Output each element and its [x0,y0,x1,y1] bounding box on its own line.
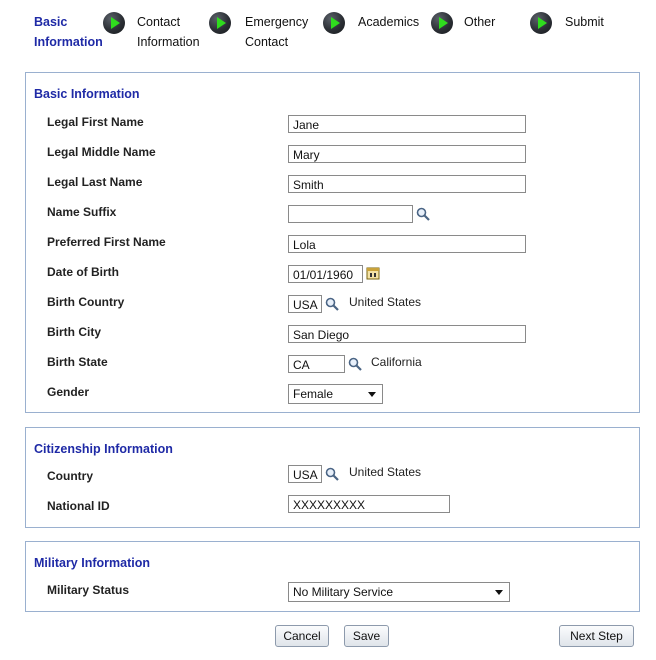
step-emergency-contact[interactable]: Emergency Contact [245,12,308,52]
cancel-button[interactable]: Cancel [275,625,329,647]
preferred-first-name-input[interactable]: Lola [288,235,526,253]
birth-state-label: Birth State [47,355,108,369]
step-submit[interactable]: Submit [565,12,604,32]
national-id-label: National ID [47,499,110,513]
step-label: Contact [137,15,181,29]
country-description: United States [349,465,422,479]
birth-country-input[interactable]: USA [288,295,322,313]
legal-last-name-label: Legal Last Name [47,175,143,189]
date-of-birth-label: Date of Birth [47,265,119,279]
panel-title: Basic Information [34,87,140,101]
save-button[interactable]: Save [344,625,389,647]
step-label: Other [464,15,496,29]
national-id-input[interactable]: XXXXXXXXX [288,495,450,513]
chevron-down-icon [368,392,376,397]
name-suffix-input[interactable] [288,205,413,223]
gender-select[interactable]: Female [288,384,383,404]
lookup-magnifier-icon[interactable] [416,207,430,221]
step-other[interactable]: Other [464,12,495,32]
step-contact-information[interactable]: Contact Information [137,12,200,52]
step-label: Basic [34,15,68,29]
military-information-panel: Military Information Military Status No … [25,541,640,612]
gender-label: Gender [47,385,90,399]
lookup-magnifier-icon[interactable] [348,357,362,371]
birth-country-description: United States [349,295,422,309]
basic-information-panel: Basic Information Legal First Name Jane … [25,72,640,413]
name-suffix-label: Name Suffix [47,205,117,219]
birth-city-label: Birth City [47,325,101,339]
step-label: Contact [245,35,289,49]
step-label: Information [34,35,103,49]
step-arrow-icon [209,12,231,34]
birth-city-input[interactable]: San Diego [288,325,526,343]
calendar-icon[interactable] [366,266,380,280]
legal-last-name-input[interactable]: Smith [288,175,526,193]
military-status-selected-value: No Military Service [293,585,394,599]
birth-state-description: California [371,355,422,369]
legal-first-name-input[interactable]: Jane [288,115,526,133]
country-label: Country [47,469,93,483]
step-arrow-icon [431,12,453,34]
lookup-magnifier-icon[interactable] [325,467,339,481]
step-basic-information[interactable]: Basic Information [34,12,103,52]
step-label: Information [137,35,200,49]
chevron-down-icon [495,590,503,595]
next-step-button[interactable]: Next Step [559,625,634,647]
step-academics[interactable]: Academics [358,12,419,32]
gender-selected-value: Female [293,387,334,401]
step-label: Emergency [245,15,309,29]
step-label: Academics [358,15,420,29]
birth-country-label: Birth Country [47,295,125,309]
step-arrow-icon [103,12,125,34]
step-arrow-icon [530,12,552,34]
birth-state-input[interactable]: CA [288,355,345,373]
legal-middle-name-label: Legal Middle Name [47,145,156,159]
date-of-birth-input[interactable]: 01/01/1960 [288,265,363,283]
panel-title: Citizenship Information [34,442,173,456]
military-status-select[interactable]: No Military Service [288,582,510,602]
step-arrow-icon [323,12,345,34]
legal-middle-name-input[interactable]: Mary [288,145,526,163]
country-input[interactable]: USA [288,465,322,483]
legal-first-name-label: Legal First Name [47,115,144,129]
step-label: Submit [565,15,604,29]
panel-title: Military Information [34,556,150,570]
lookup-magnifier-icon[interactable] [325,297,339,311]
military-status-label: Military Status [47,583,130,597]
preferred-first-name-label: Preferred First Name [47,235,166,249]
progress-stepper: Basic Information Contact Information Em… [0,0,656,56]
citizenship-information-panel: Citizenship Information Country USA Unit… [25,427,640,528]
